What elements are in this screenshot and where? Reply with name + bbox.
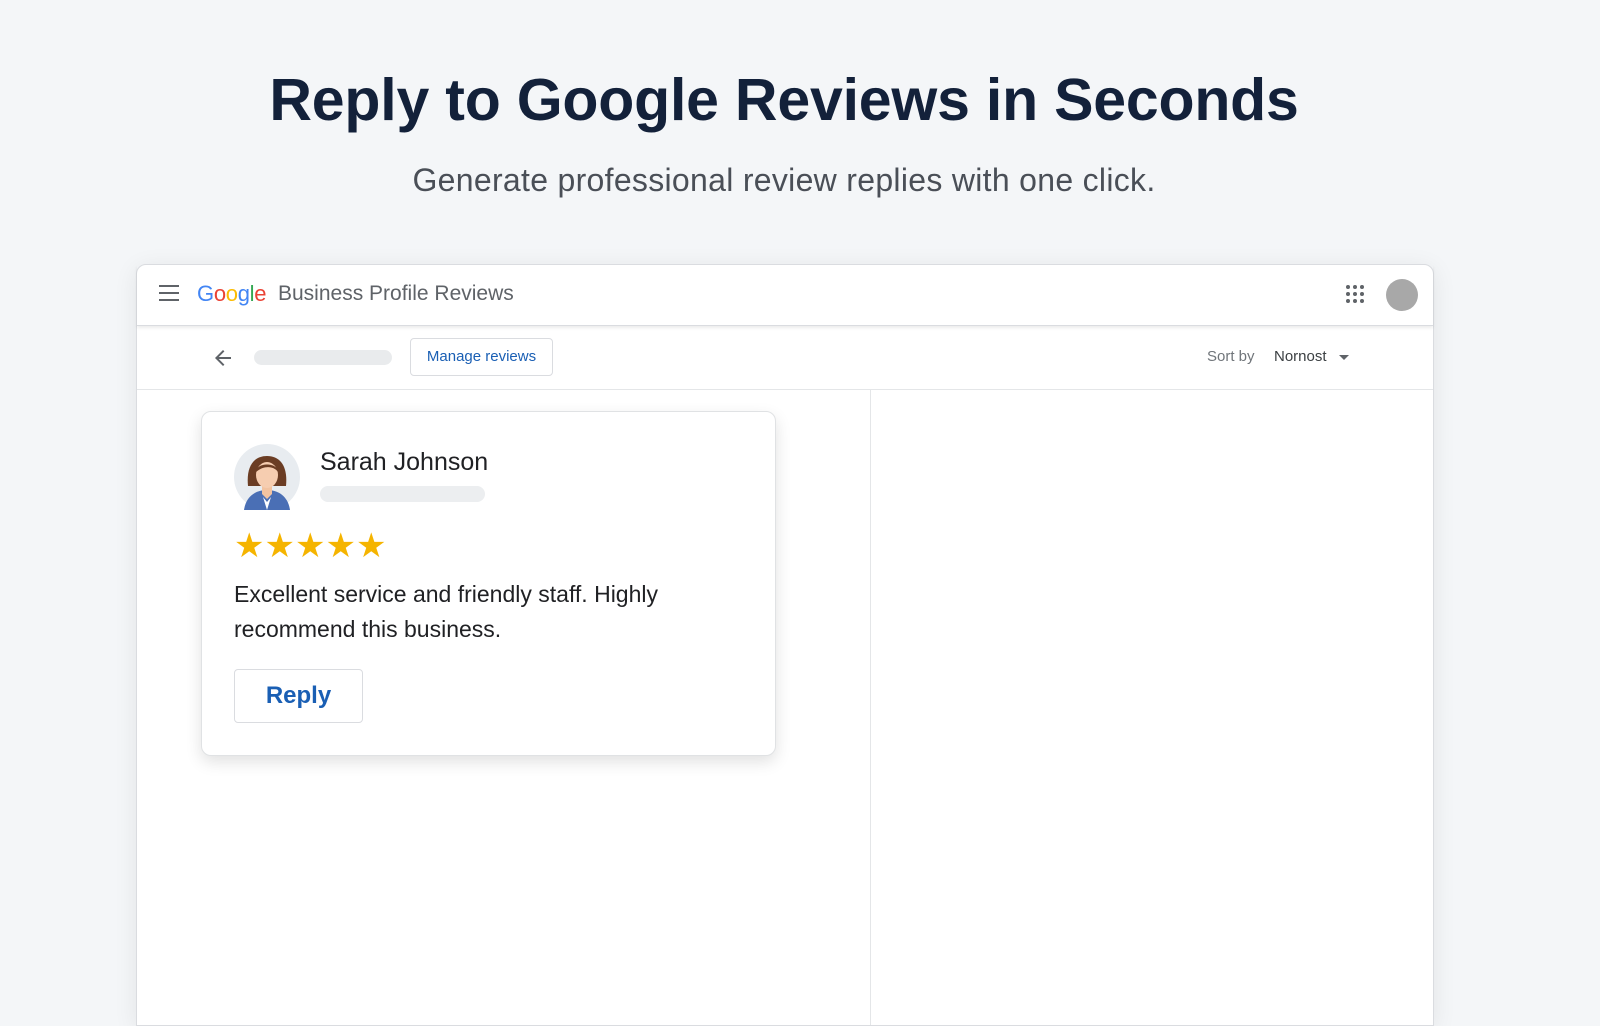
review-card: Sarah Johnson ★★★★★ Excellent service an… — [201, 411, 776, 756]
star-rating: ★★★★★ — [234, 526, 387, 566]
manage-reviews-button[interactable]: Manage reviews — [410, 338, 553, 376]
caret-down-icon — [1338, 354, 1349, 360]
sort-value: Nornost — [1274, 348, 1327, 365]
logo-letter: e — [254, 281, 267, 306]
logo-letter: G — [197, 281, 214, 306]
reviews-toolbar: Manage reviews Sort by Nornost — [137, 326, 1433, 390]
logo-letter: g — [237, 281, 250, 306]
sort-dropdown[interactable]: Nornost — [1274, 348, 1349, 365]
app-title: Business Profile Reviews — [278, 282, 514, 305]
hamburger-menu-icon[interactable] — [159, 285, 179, 303]
arrow-left-icon[interactable] — [211, 346, 235, 370]
sort-label: Sort by — [1207, 348, 1255, 365]
column-divider — [870, 390, 871, 1025]
review-text: Excellent service and friendly staff. Hi… — [234, 581, 658, 642]
logo-letter: o — [225, 281, 238, 306]
browser-window: Google Business Profile Reviews Manage r… — [136, 264, 1434, 1026]
reviewer-avatar — [234, 444, 300, 510]
star-icon: ★ — [264, 526, 295, 566]
google-logo: Google — [197, 281, 266, 307]
star-icon: ★ — [355, 526, 387, 566]
review-date-placeholder — [320, 486, 485, 502]
apps-grid-icon[interactable] — [1346, 285, 1364, 303]
reviewer-name: Sarah Johnson — [320, 448, 489, 476]
account-avatar[interactable] — [1386, 279, 1418, 311]
breadcrumb-placeholder — [254, 350, 392, 365]
app-bar: Google Business Profile Reviews — [137, 265, 1433, 326]
star-icon: ★ — [294, 526, 326, 566]
logo-letter: o — [213, 281, 226, 306]
page-subheadline: Generate professional review replies wit… — [412, 162, 1156, 198]
page-headline: Reply to Google Reviews in Seconds — [269, 67, 1299, 133]
reply-button[interactable]: Reply — [234, 669, 363, 723]
star-icon: ★ — [234, 526, 265, 566]
star-icon: ★ — [325, 526, 356, 566]
